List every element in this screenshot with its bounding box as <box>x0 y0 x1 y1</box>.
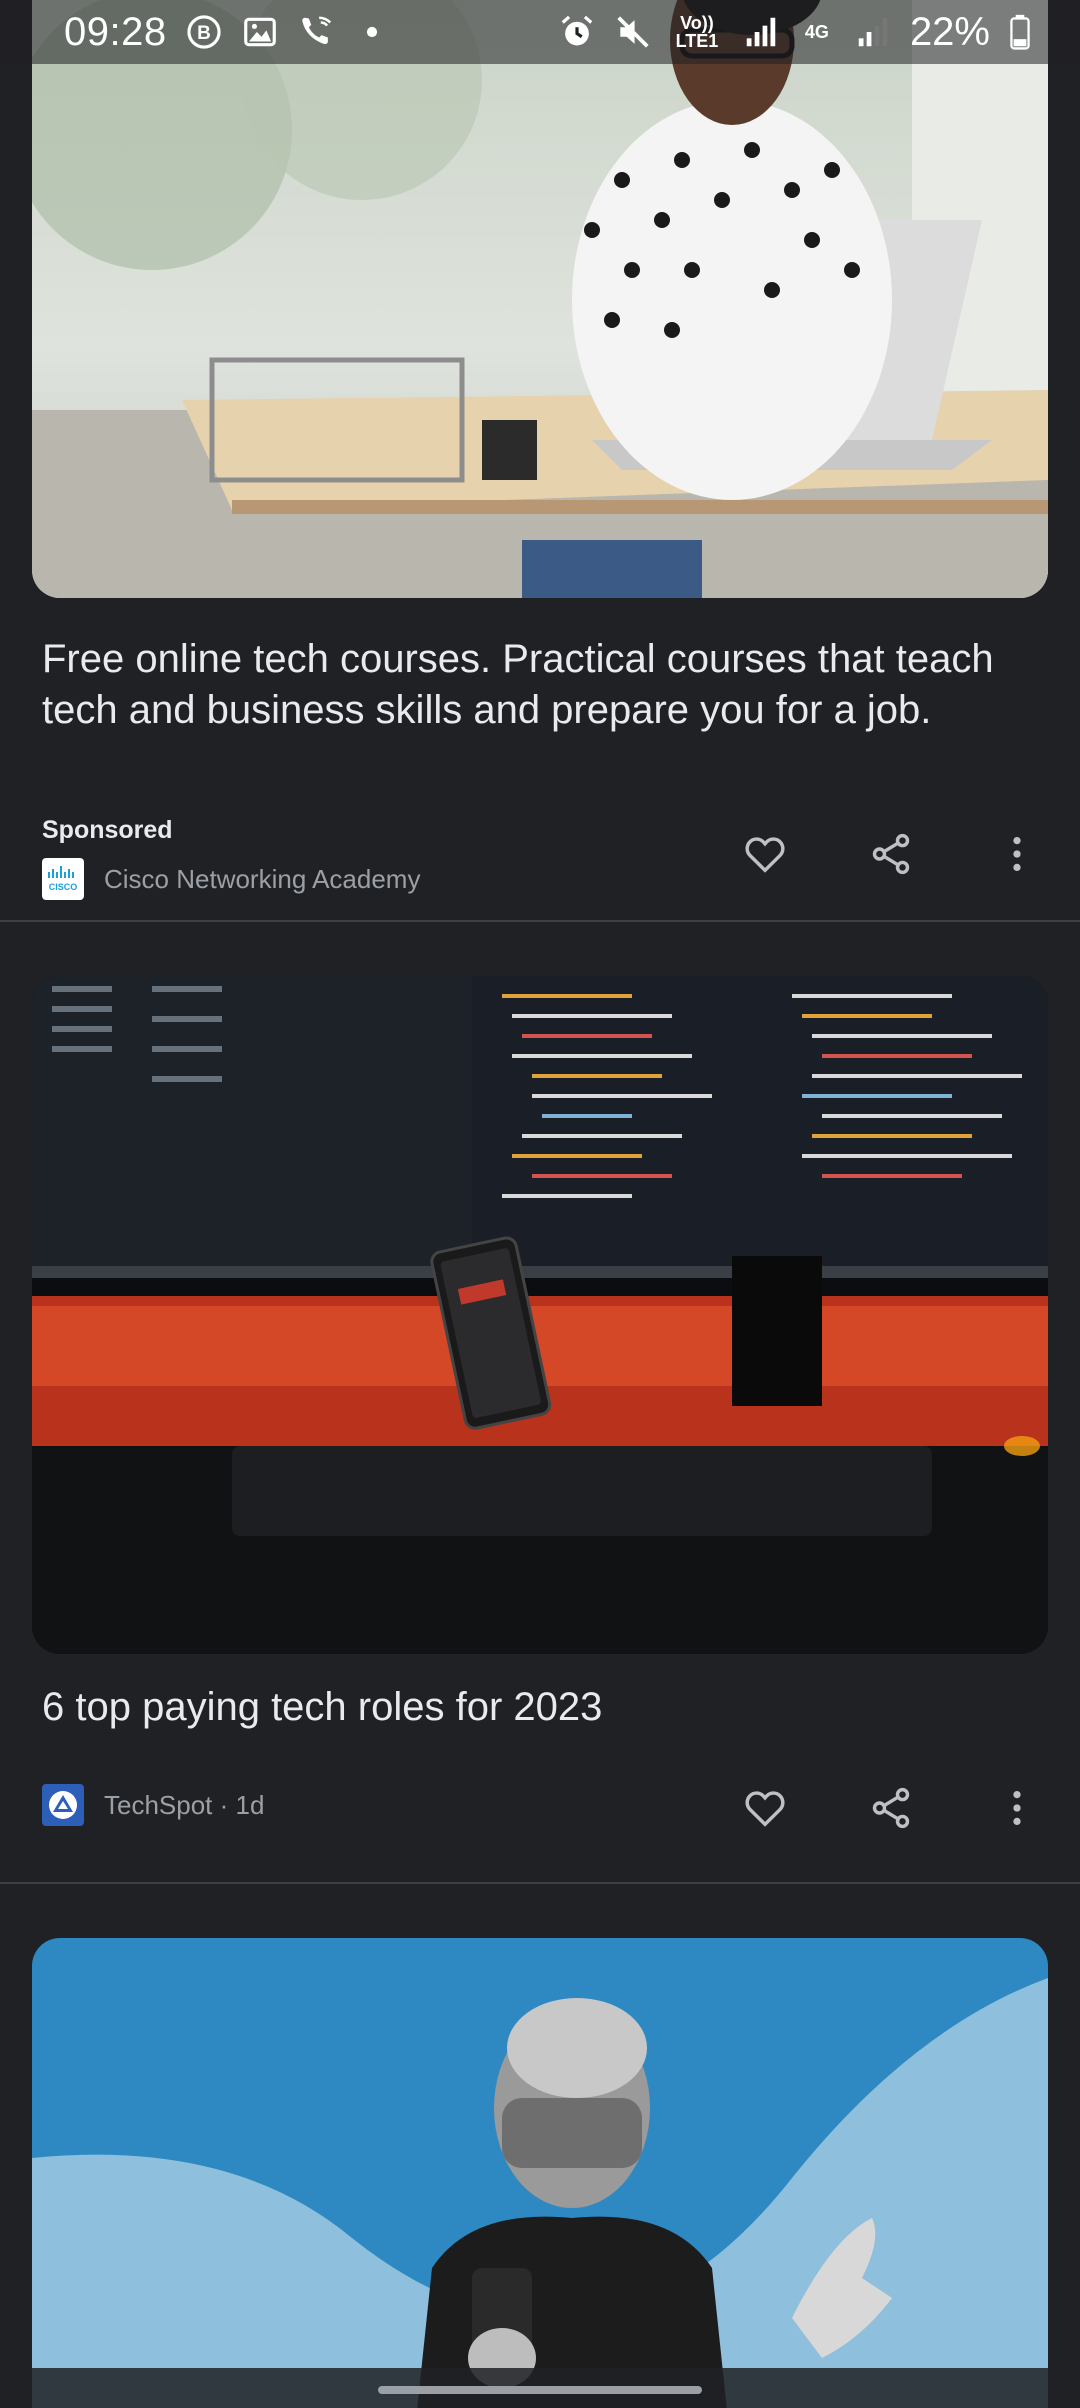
share-icon <box>872 833 910 875</box>
like-button[interactable] <box>702 824 828 884</box>
volte-icon: Vo)) LTE1 <box>670 13 724 51</box>
cisco-logo-text: CISCO <box>49 882 78 892</box>
status-bar: 09:28 B Vo)) LTE1 4G 22% <box>0 0 1080 64</box>
wifi-call-icon <box>297 13 335 51</box>
card-title[interactable]: Free online tech courses. Practical cour… <box>42 634 1032 736</box>
cisco-logo-icon: CISCO <box>42 858 84 900</box>
dot-icon <box>353 13 391 51</box>
share-button[interactable] <box>828 1778 954 1838</box>
news-card[interactable] <box>0 1884 1080 2408</box>
svg-text:B: B <box>197 23 211 44</box>
mute-icon <box>614 13 652 51</box>
more-options-button[interactable] <box>954 1778 1080 1838</box>
heart-icon <box>745 1791 785 1827</box>
source-row[interactable]: CISCO Cisco Networking Academy <box>42 858 420 900</box>
card-image[interactable] <box>32 0 1048 598</box>
gallery-icon <box>241 13 279 51</box>
volte-top-label: Vo)) <box>680 13 714 33</box>
heart-icon <box>745 837 785 873</box>
card-title[interactable]: 6 top paying tech roles for 2023 <box>42 1682 1032 1733</box>
source-name[interactable]: Cisco Networking Academy <box>104 864 420 895</box>
battery-icon <box>1008 13 1032 51</box>
home-gesture-handle[interactable] <box>378 2386 702 2394</box>
sponsored-label: Sponsored <box>42 816 173 844</box>
signal-icon <box>742 13 780 51</box>
news-card[interactable]: 6 top paying tech roles for 2023 TechSpo… <box>0 922 1080 1882</box>
share-button[interactable] <box>828 824 954 884</box>
alarm-icon <box>558 13 596 51</box>
card-actions <box>702 824 1080 884</box>
techspot-logo-icon <box>42 1784 84 1826</box>
card-image[interactable] <box>32 1938 1048 2408</box>
status-left: 09:28 B <box>64 10 391 55</box>
like-button[interactable] <box>702 1778 828 1838</box>
more-options-button[interactable] <box>954 824 1080 884</box>
volte-bottom-label: LTE1 <box>675 31 719 51</box>
share-icon <box>872 1787 910 1829</box>
battery-percentage: 22% <box>909 9 990 54</box>
b-circle-icon: B <box>185 13 223 51</box>
more-vert-icon <box>1013 1790 1021 1826</box>
source-row[interactable]: TechSpot · 1d <box>42 1784 264 1826</box>
source-name[interactable]: TechSpot · 1d <box>104 1790 264 1821</box>
news-card[interactable]: Free online tech courses. Practical cour… <box>0 0 1080 920</box>
card-actions <box>702 1778 1080 1838</box>
more-vert-icon <box>1013 836 1021 872</box>
card-image[interactable] <box>32 976 1048 1654</box>
navigation-bar <box>0 2368 1080 2408</box>
clock: 09:28 <box>64 9 167 54</box>
4g-icon: 4G <box>804 22 829 42</box>
status-right: Vo)) LTE1 4G 22% <box>558 10 1032 55</box>
discover-feed-screen: 09:28 B Vo)) LTE1 4G 22% Free online tec… <box>0 0 1080 2408</box>
signal-icon <box>854 13 892 51</box>
